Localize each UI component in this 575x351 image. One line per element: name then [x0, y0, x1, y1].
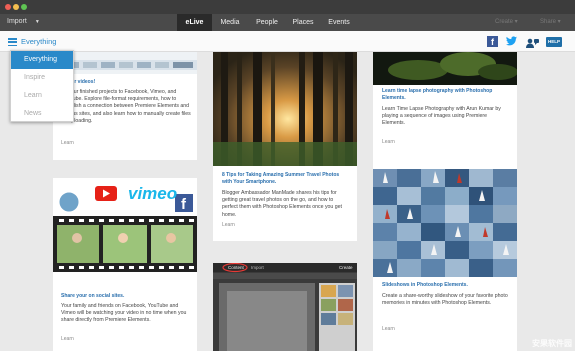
- card-title: d your videos!: [61, 79, 96, 85]
- card-body: Learn Time Lapse Photography with Arun K…: [382, 106, 501, 127]
- learn-link[interactable]: Learn: [61, 140, 74, 146]
- help-button[interactable]: HELP: [546, 37, 562, 47]
- learn-link[interactable]: Learn: [382, 326, 395, 332]
- elive-feed: d your videos! ad your finished projects…: [0, 52, 575, 351]
- filter-dropdown: Everything Inspire Learn News: [10, 50, 74, 122]
- dropdown-item-learn[interactable]: Learn: [11, 87, 73, 105]
- time-lapse-photo: [373, 52, 517, 85]
- forest-sunset-photo: [213, 52, 357, 166]
- card-title: Slideshows in Photoshop Elements.: [382, 282, 468, 288]
- filter-bar: Everything f HELP: [0, 31, 575, 52]
- people-community-icon[interactable]: [526, 36, 539, 48]
- tab-elive[interactable]: eLive: [177, 14, 212, 31]
- premiere-app-screenshot: [213, 263, 357, 351]
- card-slideshows[interactable]: Slideshows in Photoshop Elements. Create…: [373, 169, 517, 351]
- chevron-down-icon: ▼: [34, 19, 40, 25]
- app-window: Import ▼ eLive Media People Places Events…: [0, 0, 575, 351]
- card-title: 8 Tips for Taking Amazing Summer Travel …: [222, 172, 340, 185]
- import-label: Import: [7, 18, 27, 25]
- tab-people[interactable]: People: [249, 14, 285, 31]
- watermark-logo: 安果软件园: [532, 339, 572, 348]
- dropdown-item-inspire[interactable]: Inspire: [11, 69, 73, 87]
- learn-link[interactable]: Learn: [382, 139, 395, 145]
- tab-places[interactable]: Places: [287, 14, 319, 31]
- card-app-screenshot[interactable]: Content Import Create: [213, 263, 357, 351]
- dropdown-item-news[interactable]: News: [11, 105, 73, 123]
- minimize-window-button[interactable]: [13, 4, 19, 10]
- filter-label[interactable]: Everything: [21, 37, 56, 46]
- learn-link[interactable]: Learn: [222, 222, 235, 228]
- import-tab: Import: [251, 264, 264, 270]
- card-title: Learn time lapse photography with Photos…: [382, 88, 493, 101]
- import-menu[interactable]: Import ▼: [7, 18, 40, 25]
- card-title: Share your on social sites.: [61, 293, 125, 299]
- zoom-window-button[interactable]: [21, 4, 27, 10]
- content-tab: Content: [228, 264, 244, 270]
- dropdown-item-everything[interactable]: Everything: [11, 51, 73, 69]
- card-travel-photos[interactable]: 8 Tips for Taking Amazing Summer Travel …: [213, 52, 357, 241]
- vimeo-logo: vimeo: [128, 184, 178, 203]
- share-label: Share: [540, 19, 557, 25]
- card-social-sharing[interactable]: f vimeo Share your on social sites. Your…: [53, 178, 197, 351]
- facebook-icon[interactable]: f: [487, 36, 498, 47]
- tab-media[interactable]: Media: [215, 14, 245, 31]
- card-body: ad your finished projects to Facebook, V…: [61, 89, 191, 124]
- twitter-icon[interactable]: [506, 36, 517, 47]
- title-bar: [0, 0, 575, 14]
- tab-events[interactable]: Events: [322, 14, 356, 31]
- hamburger-menu-icon[interactable]: [8, 38, 17, 47]
- create-tab: Create: [339, 264, 353, 270]
- card-body: Create a share-worthy slideshow of your …: [382, 293, 508, 307]
- share-menu[interactable]: Share ▾: [540, 18, 561, 25]
- card-upload-videos[interactable]: d your videos! ad your finished projects…: [53, 52, 197, 160]
- learn-link[interactable]: Learn: [61, 336, 74, 342]
- close-window-button[interactable]: [5, 4, 11, 10]
- card-body: Blogger Ambassador ManMade shares his ti…: [222, 190, 342, 218]
- sailing-photo-collage: [373, 169, 517, 277]
- create-label: Create: [495, 19, 514, 25]
- card-image: [53, 52, 197, 74]
- card-body: Your family and friends on Facebook, You…: [61, 303, 187, 324]
- top-menu-bar: Import ▼ eLive Media People Places Events…: [0, 14, 575, 31]
- create-menu[interactable]: Create ▾: [495, 18, 518, 25]
